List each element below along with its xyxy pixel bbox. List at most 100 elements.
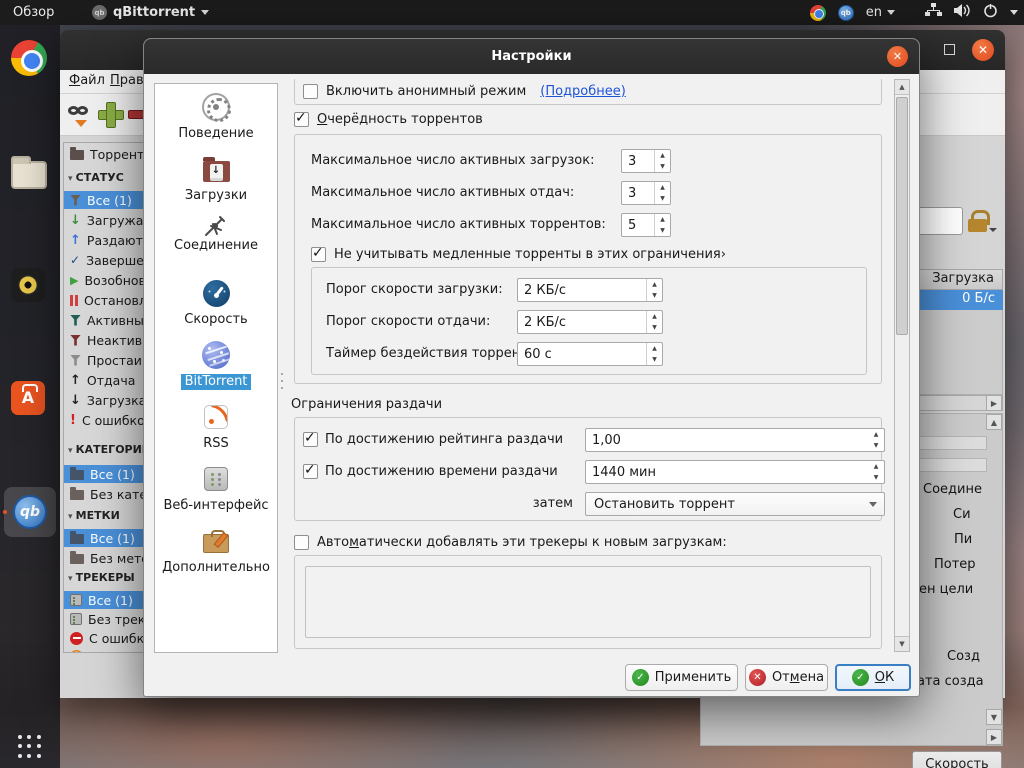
ul-threshold-spinbox[interactable]: 2 КБ/с ▲▼	[517, 310, 663, 334]
spin-down-icon[interactable]: ▼	[647, 354, 662, 365]
inactivity-timer-label: Таймер бездействия торрента:	[326, 346, 540, 361]
chrome-tray-icon[interactable]	[810, 5, 826, 21]
time-limit-spinbox[interactable]: 1440 мин ▲▼	[585, 460, 885, 484]
ok-button[interactable]: ✓ ОК	[835, 664, 911, 691]
anonymous-more-link[interactable]: (Подробнее)	[540, 84, 626, 99]
spin-down-icon[interactable]: ▼	[647, 322, 662, 333]
spin-value: 60 с	[524, 347, 552, 362]
nav-label: Загрузки	[185, 188, 247, 203]
spin-up-icon[interactable]: ▲	[647, 311, 662, 322]
section-categories[interactable]: КАТЕГОРИИ	[68, 443, 151, 456]
add-torrent-icon[interactable]	[98, 102, 122, 126]
network-icon[interactable]	[925, 3, 942, 22]
spin-up-icon[interactable]: ▲	[647, 343, 662, 354]
spin-up-icon[interactable]: ▲	[868, 461, 884, 472]
show-applications-button[interactable]	[18, 735, 42, 759]
scroll-down-icon[interactable]: ▼	[986, 709, 1002, 725]
spin-down-icon[interactable]: ▼	[868, 440, 884, 451]
nav-item-webui[interactable]: Веб-интерфейс	[155, 460, 277, 520]
lock-icon[interactable]	[966, 210, 990, 234]
nav-item-speed[interactable]: Скорость	[155, 274, 277, 334]
media-player-icon	[11, 268, 45, 302]
apply-button[interactable]: ✓ Применить	[625, 664, 738, 691]
splitter-handle[interactable]	[280, 361, 284, 401]
activities-button[interactable]: Обзор	[13, 0, 54, 25]
inactivity-timer-spinbox[interactable]: 60 с ▲▼	[517, 342, 663, 366]
nav-item-rss[interactable]: RSS	[155, 398, 277, 458]
scrollbar-thumb[interactable]	[896, 97, 908, 335]
maximize-icon[interactable]	[944, 44, 955, 55]
close-icon[interactable]: ✕	[887, 46, 908, 67]
max-uploads-spinbox[interactable]: 3 ▲▼	[621, 181, 671, 205]
max-downloads-spinbox[interactable]: 3 ▲▼	[621, 149, 671, 173]
dock-item-files[interactable]	[11, 156, 49, 194]
scroll-right-icon[interactable]: ▶	[986, 729, 1002, 745]
section-status[interactable]: СТАТУС	[68, 171, 124, 184]
trackers-textarea[interactable]	[305, 566, 871, 638]
spin-value: 2 КБ/с	[524, 315, 566, 330]
scroll-down-icon[interactable]: ▼	[895, 636, 909, 651]
max-downloads-row: Максимальное число активных загрузок: 3 …	[311, 149, 871, 173]
appmenu-label: qBittorrent	[113, 5, 195, 20]
then-action-combobox[interactable]: Остановить торрент	[585, 492, 885, 516]
qbittorrent-tray-icon[interactable]: qb	[838, 5, 854, 21]
spin-up-icon[interactable]: ▲	[655, 214, 670, 225]
check-icon: ✓	[852, 669, 869, 686]
queueing-checkbox[interactable]	[294, 112, 309, 127]
ratio-limit-checkbox[interactable]	[303, 432, 318, 447]
cancel-button[interactable]: ✕ Отмена	[745, 664, 828, 691]
dl-threshold-row: Порог скорости загрузки: 2 КБ/с ▲▼	[326, 278, 856, 302]
chevron-down-icon[interactable]	[1010, 10, 1018, 15]
dock-item-chrome[interactable]	[11, 40, 49, 78]
keyboard-indicator[interactable]: en	[866, 5, 895, 20]
folder-icon	[70, 534, 84, 544]
max-torrents-spinbox[interactable]: 5 ▲▼	[621, 213, 671, 237]
dialog-titlebar[interactable]: Настройки ✕	[144, 39, 919, 74]
spin-up-icon[interactable]: ▲	[655, 150, 670, 161]
close-icon[interactable]: ✕	[972, 39, 994, 61]
folder-icon	[70, 554, 84, 564]
ratio-limit-spinbox[interactable]: 1,00 ▲▼	[585, 428, 885, 452]
ul-threshold-row: Порог скорости отдачи: 2 КБ/с ▲▼	[326, 310, 856, 334]
time-limit-checkbox[interactable]	[303, 464, 318, 479]
menu-file[interactable]: Файл	[69, 73, 105, 88]
nav-label: Соединение	[174, 238, 258, 253]
dock-item-qbittorrent[interactable]: qb	[4, 487, 56, 537]
scroll-up-icon[interactable]: ▲	[986, 414, 1002, 430]
spin-down-icon[interactable]: ▼	[655, 225, 670, 236]
top-panel: Обзор qb qBittorrent qb en	[0, 0, 1024, 25]
nav-item-advanced[interactable]: Дополнительно	[155, 522, 277, 582]
tab-speed[interactable]: Скорость	[912, 751, 1002, 768]
filter-label: Все (1)	[90, 531, 135, 546]
spin-up-icon[interactable]: ▲	[655, 182, 670, 193]
slow-torrents-checkbox[interactable]	[311, 247, 326, 262]
settings-scrollbar[interactable]: ▲ ▼	[894, 79, 910, 652]
spin-down-icon[interactable]: ▼	[647, 290, 662, 301]
power-icon[interactable]	[983, 3, 998, 22]
dock-item-media-player[interactable]	[11, 268, 49, 306]
dock-item-ubuntu-software[interactable]: A	[11, 381, 49, 419]
scroll-up-icon[interactable]: ▲	[895, 80, 909, 95]
appmenu-button[interactable]: qb qBittorrent	[92, 0, 209, 25]
nav-item-downloads[interactable]: Загрузки	[155, 150, 277, 210]
nav-item-connection[interactable]: Соединение	[155, 212, 277, 272]
nav-item-bittorrent[interactable]: BitTorrent	[155, 336, 277, 396]
scroll-right-icon[interactable]: ▶	[986, 395, 1002, 411]
spin-down-icon[interactable]: ▼	[655, 161, 670, 172]
add-trackers-checkbox[interactable]	[294, 535, 309, 550]
section-tags[interactable]: МЕТКИ	[68, 509, 120, 522]
spin-down-icon[interactable]: ▼	[655, 193, 670, 204]
spin-down-icon[interactable]: ▼	[868, 472, 884, 483]
speedometer-icon	[203, 274, 230, 312]
spin-up-icon[interactable]: ▲	[868, 429, 884, 440]
dl-threshold-label: Порог скорости загрузки:	[326, 282, 503, 297]
spin-value: 1440 мин	[592, 465, 656, 480]
section-trackers[interactable]: ТРЕКЕРЫ	[68, 571, 135, 584]
anonymous-mode-checkbox[interactable]	[303, 84, 318, 99]
folder-icon	[70, 470, 84, 480]
volume-icon[interactable]	[954, 3, 971, 22]
add-torrent-link-icon[interactable]	[68, 103, 94, 129]
dl-threshold-spinbox[interactable]: 2 КБ/с ▲▼	[517, 278, 663, 302]
spin-up-icon[interactable]: ▲	[647, 279, 662, 290]
nav-item-behavior[interactable]: Поведение	[155, 88, 277, 148]
